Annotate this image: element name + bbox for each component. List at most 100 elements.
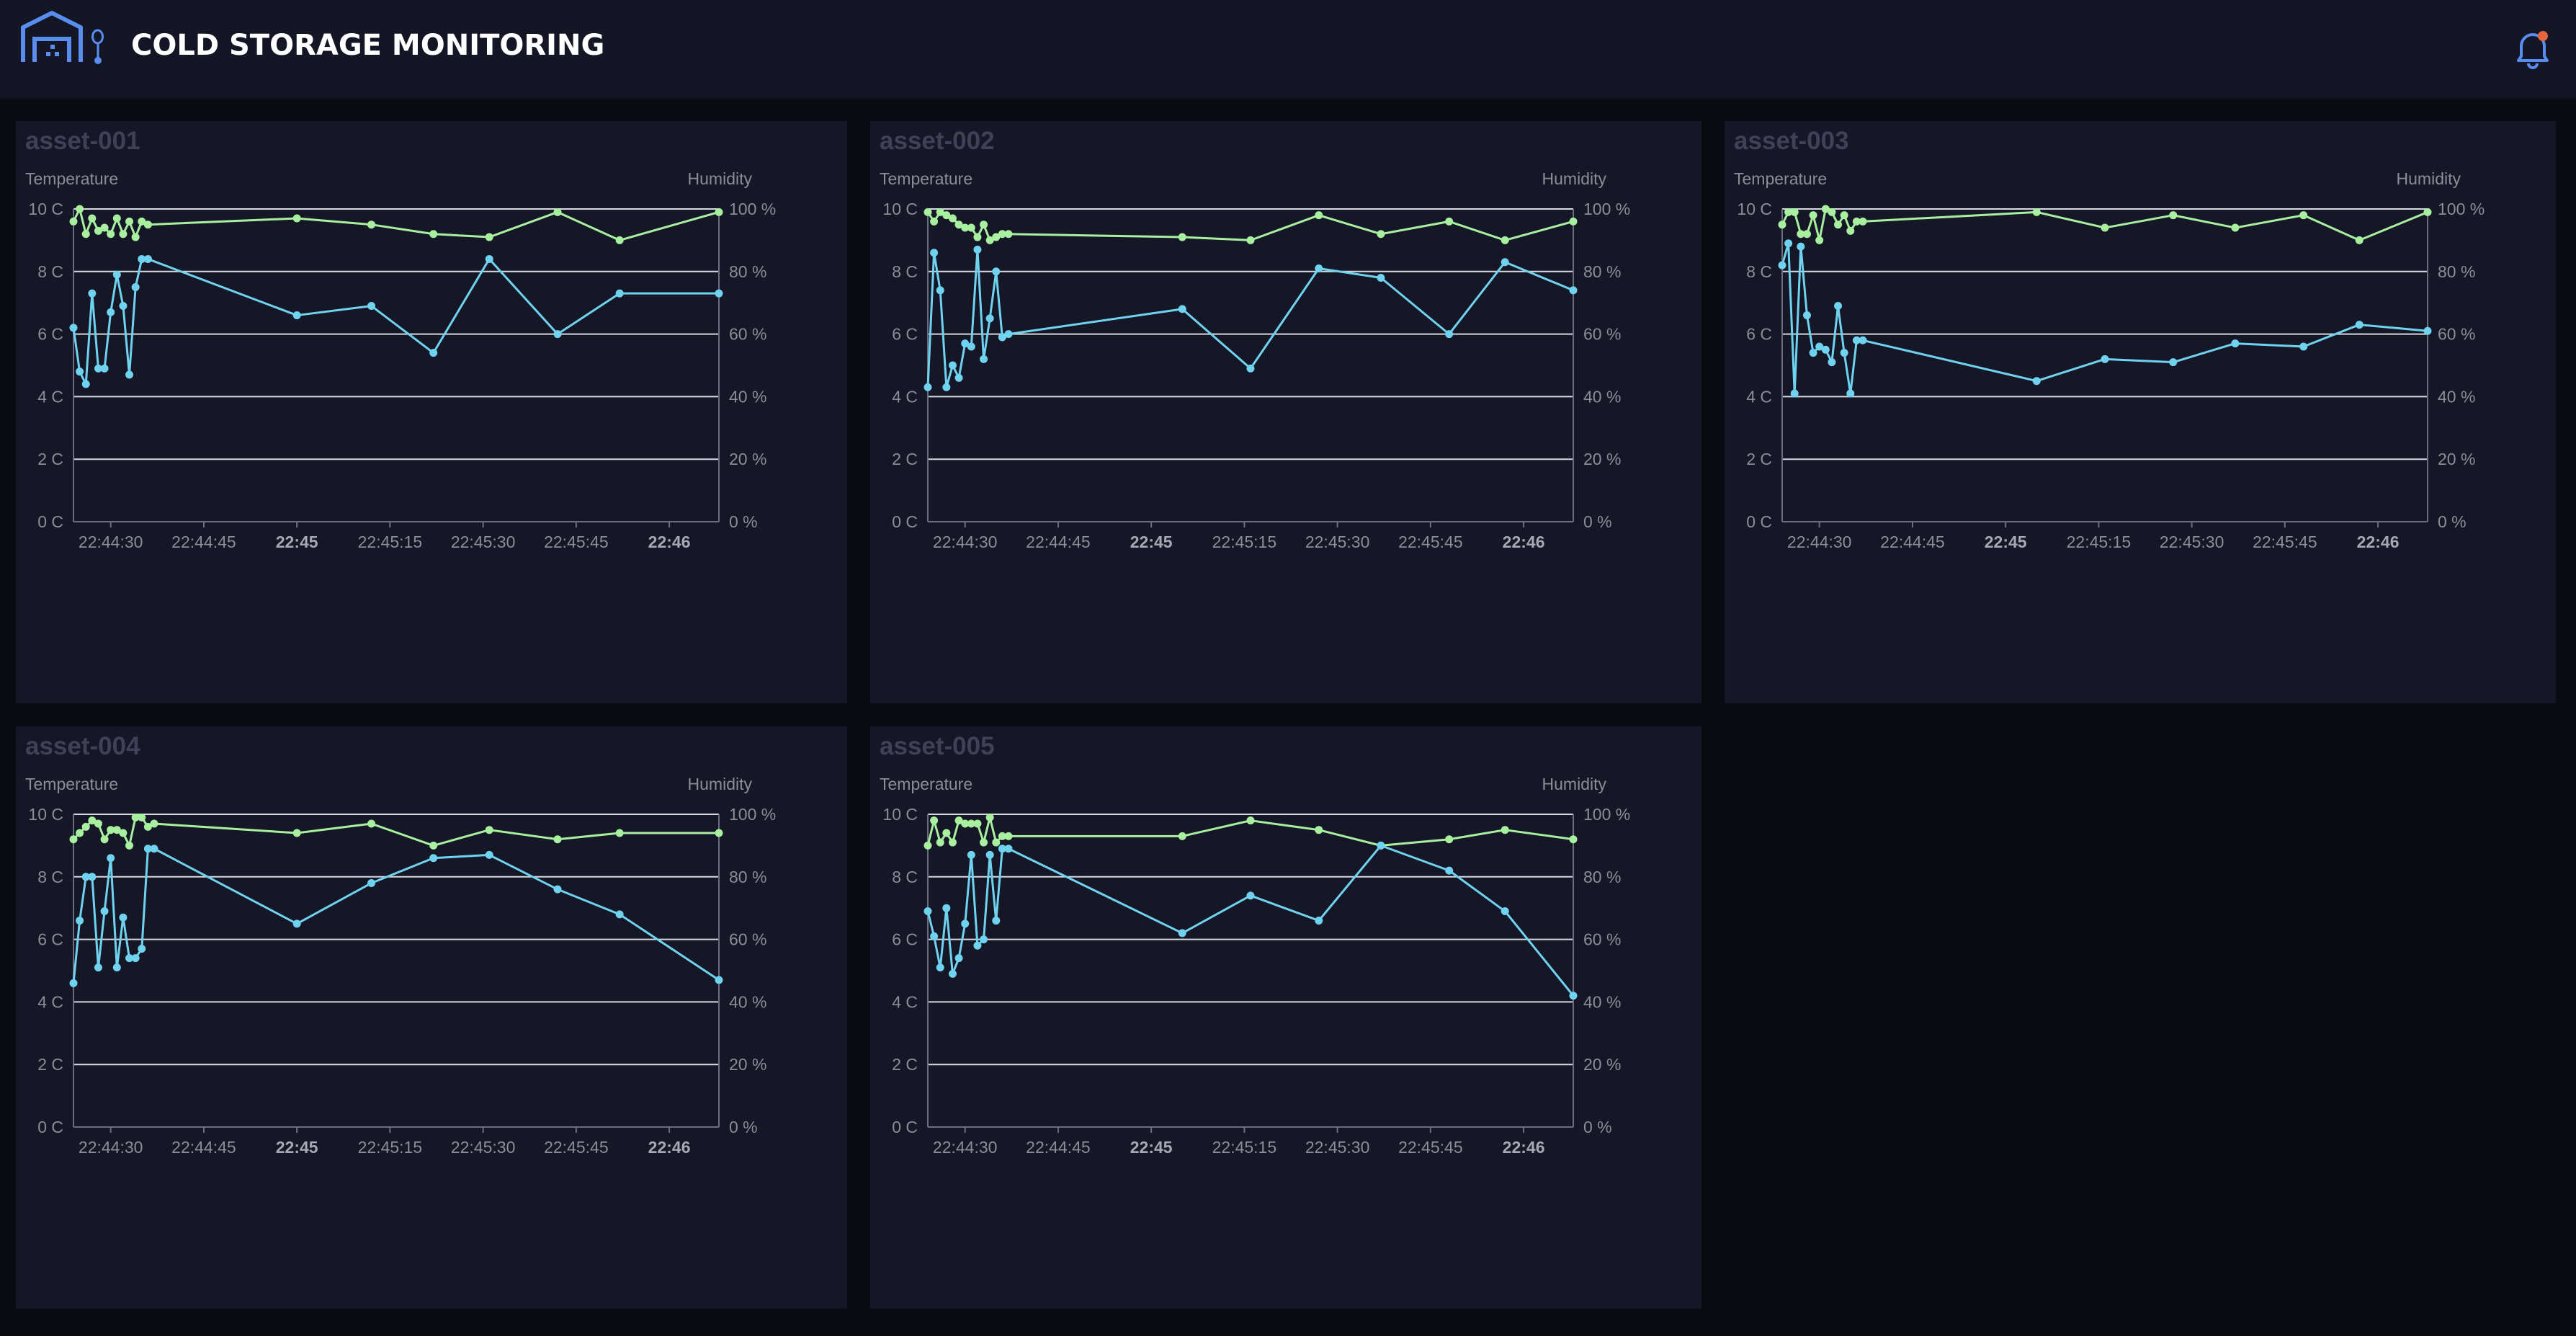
humidity-point [2231, 223, 2240, 232]
y-tick-label: 2 C [37, 450, 63, 468]
temperature-point [942, 383, 951, 391]
temperature-point [1246, 364, 1255, 373]
temperature-point [100, 364, 109, 373]
x-tick-label: 22:45 [1130, 1138, 1173, 1157]
y2-tick-label: 80 % [1583, 262, 1621, 281]
temperature-point [292, 919, 301, 928]
humidity-point [1445, 835, 1454, 844]
humidity-point [930, 816, 939, 825]
x-tick-label: 22:44:45 [171, 533, 236, 551]
temperature-point [985, 314, 994, 323]
line-chart: Temperature Humidity 0 C 0 % 2 C 20 % 4 C 40 % 6… [1734, 169, 2485, 551]
y-tick-label: 10 C [1737, 200, 1772, 218]
x-tick-label: 22:44:30 [79, 1138, 143, 1157]
humidity-point [1778, 221, 1786, 229]
temperature-point [112, 963, 121, 972]
temperature-point [1377, 273, 1385, 282]
temperature-point [1004, 845, 1013, 853]
humidity-point [980, 221, 988, 229]
x-tick-label: 22:45:45 [1398, 1138, 1463, 1157]
temperature-point [1246, 891, 1255, 900]
humidity-point [985, 813, 994, 821]
x-tick-label: 22:44:45 [1880, 533, 1945, 551]
humidity-point [1315, 826, 1323, 834]
humidity-point [553, 208, 562, 216]
y2-tick-label: 0 % [1583, 1118, 1612, 1136]
temperature-point [131, 283, 140, 291]
temperature-point [107, 854, 115, 863]
temperature-point [992, 917, 1001, 925]
app-header: COLD STORAGE MONITORING [0, 0, 2576, 99]
temperature-point [992, 267, 1001, 276]
humidity-point [1569, 835, 1578, 844]
humidity-point [1569, 217, 1578, 226]
temperature-point [2299, 342, 2308, 351]
y2-tick-label: 60 % [1583, 325, 1621, 344]
humidity-point [1004, 832, 1013, 840]
y-tick-label: 10 C [28, 805, 63, 824]
x-tick-label: 22:45:45 [544, 533, 609, 551]
y-tick-label: 4 C [892, 992, 918, 1011]
temperature-point [138, 945, 146, 953]
y-tick-label: 8 C [892, 262, 918, 281]
y-tick-label: 8 C [37, 868, 63, 886]
humidity-point [119, 230, 128, 239]
temperature-point [973, 245, 982, 254]
temperature-point [81, 380, 90, 388]
temperature-line [72, 257, 719, 386]
humidity-point [2101, 223, 2109, 232]
y-tick-label: 4 C [37, 387, 63, 406]
temperature-point [112, 270, 121, 279]
y2-tick-label: 0 % [729, 512, 758, 531]
y2-tick-label: 100 % [2438, 200, 2485, 218]
y-tick-label: 8 C [1746, 262, 1772, 281]
temperature-point [1445, 330, 1454, 339]
y-tick-label: 6 C [892, 930, 918, 949]
temperature-point [1315, 264, 1323, 272]
humidity-point [948, 838, 957, 847]
humidity-point [942, 829, 951, 837]
asset-panel: asset-004 Temperature Humidity 0 C0 % 2 C 20… [16, 726, 847, 1309]
humidity-point [1004, 230, 1013, 239]
humidity-point [1802, 230, 1811, 239]
temperature-point [119, 913, 128, 922]
temperature-point [88, 873, 97, 881]
y2-axis-label: Humidity [1542, 169, 1607, 188]
temperature-point [2101, 355, 2109, 363]
x-tick-label: 22:44:45 [171, 1138, 236, 1157]
x-tick-label: 22:44:30 [933, 533, 998, 551]
x-tick-label: 22:46 [1503, 533, 1545, 551]
y-tick-label: 0 C [37, 512, 63, 531]
humidity-point [1834, 221, 1843, 229]
temperature-point [367, 878, 376, 887]
temperature-point [1834, 302, 1843, 311]
temperature-point [2032, 377, 2041, 386]
temperature-point [69, 979, 78, 987]
bell-icon[interactable] [2513, 26, 2553, 72]
line-chart: Temperature Humidity 0 C 0 % 2 C 20 % 4 C 40 % 6… [25, 169, 776, 551]
humidity-point [88, 214, 97, 223]
temperature-point [954, 954, 963, 963]
temperature-point [715, 289, 723, 298]
humidity-point [2299, 211, 2308, 220]
humidity-line [72, 208, 720, 241]
x-tick-label: 22:45 [276, 1138, 318, 1157]
humidity-point [1840, 211, 1848, 220]
line-chart: Temperature Humidity 0 C 0 % 2 C 20 % 4 C 40 % 6… [880, 775, 1630, 1157]
y2-tick-label: 80 % [2438, 262, 2475, 281]
y2-axis-label: Humidity [2397, 169, 2461, 188]
x-tick-label: 22:45:15 [358, 1138, 423, 1157]
asset-panel: asset-005 Temperature Humidity 0 C0 % 2 C 20… [870, 726, 1701, 1309]
humidity-point [69, 835, 78, 844]
y2-tick-label: 60 % [1583, 930, 1621, 949]
humidity-point [429, 230, 438, 239]
temperature-point [1178, 929, 1186, 938]
humidity-point [150, 819, 158, 828]
app-title: COLD STORAGE MONITORING [131, 29, 605, 62]
x-tick-label: 22:44:30 [1787, 533, 1852, 551]
temperature-point [615, 289, 624, 298]
y-tick-label: 2 C [37, 1055, 63, 1074]
humidity-point [292, 829, 301, 837]
temperature-point [2423, 326, 2432, 335]
y2-tick-label: 40 % [1583, 992, 1621, 1011]
